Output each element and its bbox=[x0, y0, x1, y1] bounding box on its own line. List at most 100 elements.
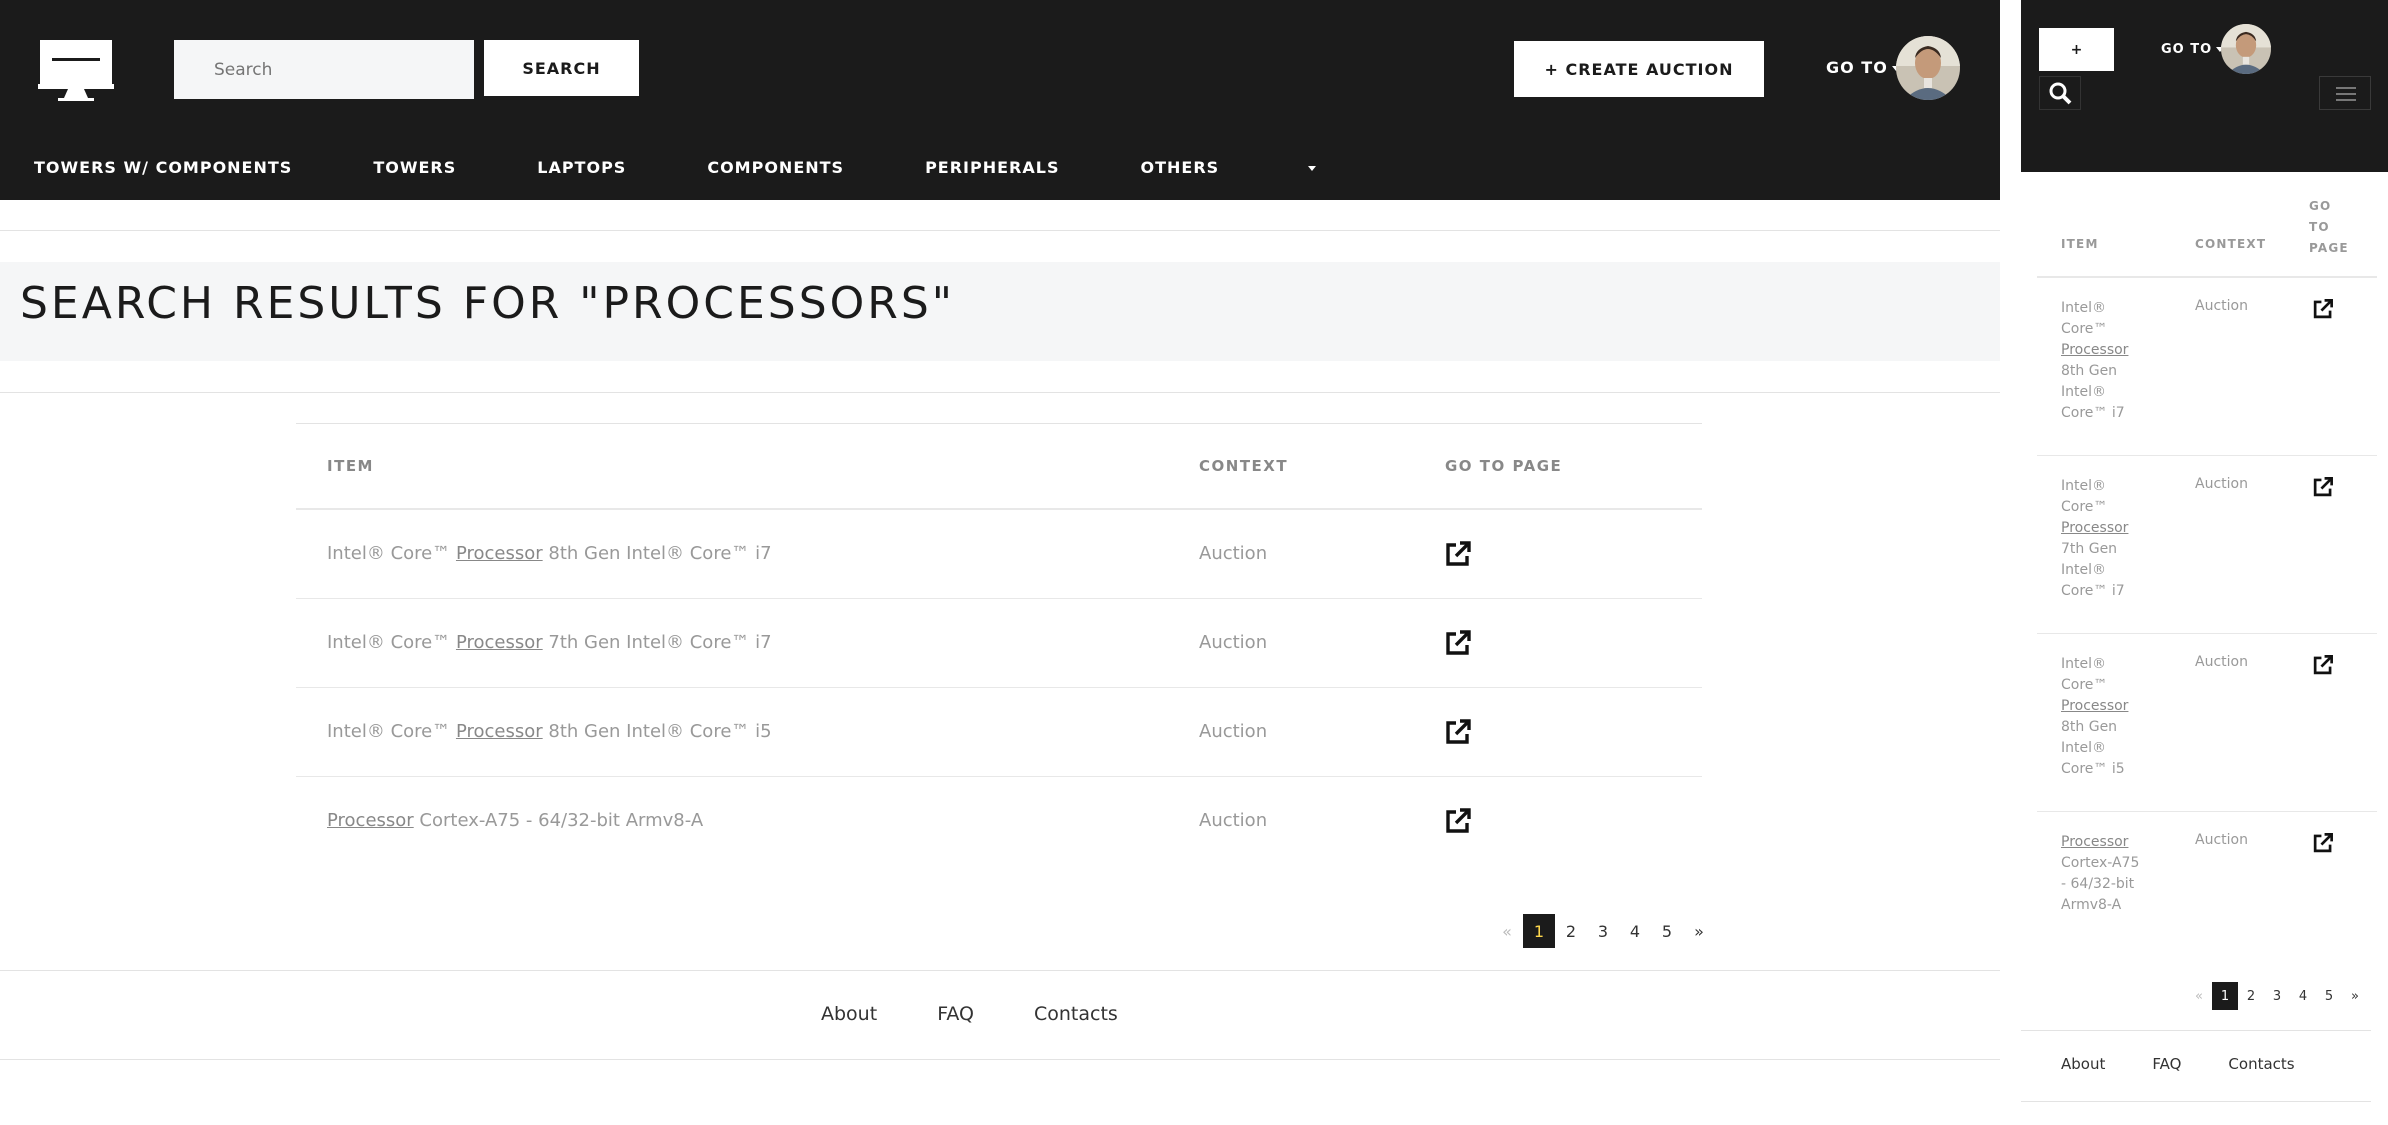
footer-link-about[interactable]: About bbox=[2061, 1055, 2105, 1073]
logo-icon[interactable] bbox=[38, 38, 114, 102]
goto-dropdown[interactable]: GO TO bbox=[2161, 42, 2225, 57]
external-link-icon[interactable] bbox=[2312, 654, 2334, 676]
nav-item-towers[interactable]: TOWERS bbox=[373, 158, 456, 177]
mobile-results-table: ITEM CONTEXT GO TO PAGE Intel® Core™ Process… bbox=[2037, 190, 2377, 942]
desktop-view: SEARCH + CREATE AUCTION GO TO TOWERS W/ … bbox=[0, 0, 2000, 1125]
search-match: Processor bbox=[2061, 342, 2129, 358]
item-name: Processor Cortex-A75 - 64/32-bit Armv8-A bbox=[327, 810, 704, 831]
nav-item-others[interactable]: OTHERS bbox=[1140, 158, 1397, 177]
nav-item-others-label: OTHERS bbox=[1140, 158, 1220, 177]
page-prev[interactable]: « bbox=[2186, 982, 2212, 1010]
page-4[interactable]: 4 bbox=[1619, 914, 1651, 948]
create-auction-button[interactable]: + bbox=[2039, 28, 2114, 71]
caret-down-icon bbox=[1308, 166, 1317, 171]
page-5[interactable]: 5 bbox=[1651, 914, 1683, 948]
create-auction-button[interactable]: + CREATE AUCTION bbox=[1514, 41, 1764, 97]
search-input[interactable] bbox=[174, 40, 474, 99]
external-link-icon[interactable] bbox=[1444, 718, 1472, 746]
external-link-icon[interactable] bbox=[2312, 476, 2334, 498]
page-2[interactable]: 2 bbox=[2238, 982, 2264, 1010]
mobile-pagination: « 1 2 3 4 5 » bbox=[2186, 982, 2368, 1010]
mobile-view: + GO TO ITEM CONTEXT GO TO PAGE Intel® C… bbox=[2021, 0, 2388, 1125]
item-context: Auction bbox=[2195, 298, 2248, 314]
item-name: Intel® Core™ Processor 7th Gen Intel® Co… bbox=[327, 632, 772, 653]
column-header-context: CONTEXT bbox=[2195, 237, 2267, 251]
item-name: Processor Cortex-A75- 64/32-bit Armv8-A bbox=[2061, 834, 2140, 913]
table-row: Intel® Core™ Processor 8th Gen Intel® Core™ i… bbox=[2037, 634, 2377, 812]
search-button[interactable] bbox=[2039, 76, 2081, 110]
external-link-icon[interactable] bbox=[2312, 832, 2334, 854]
page-3[interactable]: 3 bbox=[1587, 914, 1619, 948]
divider bbox=[0, 230, 2000, 231]
table-row: Processor Cortex-A75- 64/32-bit Armv8-A Au… bbox=[2037, 812, 2377, 942]
column-header-context: CONTEXT bbox=[1199, 457, 1289, 475]
footer-link-contacts[interactable]: Contacts bbox=[1034, 1003, 1118, 1025]
table-header: ITEM CONTEXT GO TO PAGE bbox=[296, 423, 1702, 510]
footer-link-faq[interactable]: FAQ bbox=[2152, 1055, 2181, 1073]
nav-item-towers-with-components[interactable]: TOWERS W/ COMPONENTS bbox=[34, 158, 292, 177]
nav-item-peripherals[interactable]: PERIPHERALS bbox=[925, 158, 1059, 177]
item-name: Intel® Core™ Processor 8th Gen Intel® Core™ i… bbox=[2061, 656, 2129, 777]
results-table: ITEM CONTEXT GO TO PAGE Intel® Core™ Pro… bbox=[296, 423, 1702, 866]
page-2[interactable]: 2 bbox=[1555, 914, 1587, 948]
footer-link-faq[interactable]: FAQ bbox=[937, 1003, 974, 1025]
page-prev[interactable]: « bbox=[1491, 914, 1523, 948]
item-context: Auction bbox=[2195, 476, 2248, 492]
item-context: Auction bbox=[1199, 810, 1268, 831]
table-row: Intel® Core™ Processor 8th Gen Intel® Core™ i… bbox=[2037, 278, 2377, 456]
search-match: Processor bbox=[455, 632, 543, 653]
table-row: Intel® Core™ Processor 7th Gen Intel® Core™ i… bbox=[2037, 456, 2377, 634]
table-row: Processor Cortex-A75 - 64/32-bit Armv8-A… bbox=[296, 777, 1702, 866]
page-1[interactable]: 1 bbox=[1523, 914, 1555, 948]
item-context: Auction bbox=[1199, 543, 1268, 564]
external-link-icon[interactable] bbox=[1444, 629, 1472, 657]
item-context: Auction bbox=[2195, 832, 2248, 848]
table-row: Intel® Core™ Processor 8th Gen Intel® Co… bbox=[296, 688, 1702, 777]
table-row: Intel® Core™ Processor 8th Gen Intel® Co… bbox=[296, 510, 1702, 599]
goto-dropdown[interactable]: GO TO bbox=[1826, 58, 1900, 77]
goto-label: GO TO bbox=[1826, 58, 1888, 77]
item-name: Intel® Core™ Processor 8th Gen Intel® Co… bbox=[327, 543, 772, 564]
avatar[interactable] bbox=[1896, 36, 1960, 100]
mobile-footer: About FAQ Contacts bbox=[2021, 1030, 2371, 1102]
external-link-icon[interactable] bbox=[1444, 540, 1472, 568]
column-header-item: ITEM bbox=[2061, 237, 2099, 251]
divider bbox=[0, 392, 2000, 393]
search-button[interactable]: SEARCH bbox=[484, 40, 639, 96]
site-header: SEARCH + CREATE AUCTION GO TO TOWERS W/ … bbox=[0, 0, 2000, 200]
external-link-icon[interactable] bbox=[2312, 298, 2334, 320]
search-match: Processor bbox=[2061, 698, 2129, 714]
table-header: ITEM CONTEXT GO TO PAGE bbox=[2037, 190, 2377, 278]
page-1[interactable]: 1 bbox=[2212, 982, 2238, 1010]
mobile-header: + GO TO bbox=[2021, 0, 2388, 172]
main-nav: TOWERS W/ COMPONENTS TOWERS LAPTOPS COMP… bbox=[34, 158, 1478, 177]
page-next[interactable]: » bbox=[2342, 982, 2368, 1010]
item-context: Auction bbox=[1199, 632, 1268, 653]
item-name: Intel® Core™ Processor 8th Gen Intel® Core™ i… bbox=[2061, 300, 2129, 421]
column-header-item: ITEM bbox=[327, 457, 374, 475]
column-header-goto: GO TO PAGE bbox=[2309, 199, 2349, 255]
pagination: « 1 2 3 4 5 » bbox=[1491, 914, 1715, 948]
avatar[interactable] bbox=[2221, 24, 2271, 74]
site-footer: About FAQ Contacts bbox=[0, 970, 2000, 1060]
search-match: Processor bbox=[455, 721, 543, 742]
nav-item-laptops[interactable]: LAPTOPS bbox=[537, 158, 626, 177]
page-5[interactable]: 5 bbox=[2316, 982, 2342, 1010]
footer-link-contacts[interactable]: Contacts bbox=[2228, 1055, 2294, 1073]
menu-toggle[interactable] bbox=[2319, 76, 2371, 110]
item-context: Auction bbox=[2195, 654, 2248, 670]
item-context: Auction bbox=[1199, 721, 1268, 742]
page-4[interactable]: 4 bbox=[2290, 982, 2316, 1010]
page-next[interactable]: » bbox=[1683, 914, 1715, 948]
search-match: Processor bbox=[2061, 834, 2129, 850]
column-header-goto: GO TO PAGE bbox=[1445, 457, 1563, 475]
page-3[interactable]: 3 bbox=[2264, 982, 2290, 1010]
nav-item-components[interactable]: COMPONENTS bbox=[707, 158, 844, 177]
goto-label: GO TO bbox=[2161, 42, 2213, 57]
footer-link-about[interactable]: About bbox=[821, 1003, 877, 1025]
search-match: Processor bbox=[2061, 520, 2129, 536]
magnifier-icon bbox=[2049, 82, 2072, 105]
item-name: Intel® Core™ Processor 8th Gen Intel® Co… bbox=[327, 721, 772, 742]
search-match: Processor bbox=[327, 810, 414, 831]
external-link-icon[interactable] bbox=[1444, 807, 1472, 835]
